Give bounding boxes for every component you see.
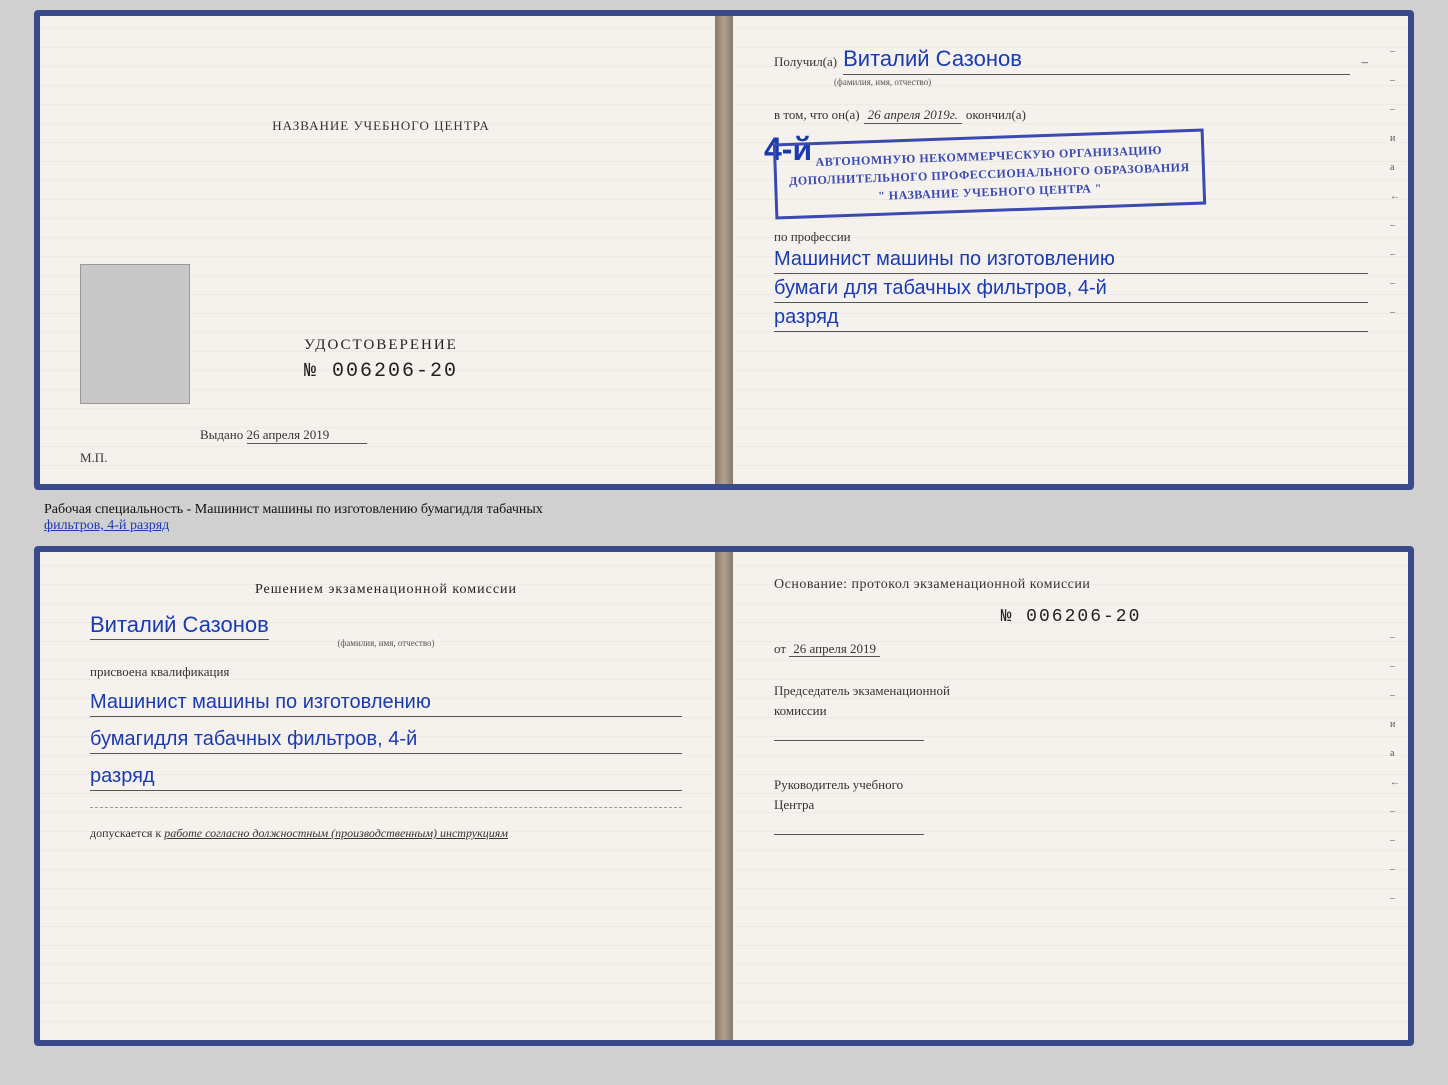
mark-arrow: ← [1390, 191, 1400, 202]
commission-person-block: Виталий Сазонов (фамилия, имя, отчество) [90, 612, 682, 648]
stamp-rectangle: АВТОНОМНУЮ НЕКОММЕРЧЕСКУЮ ОРГАНИЗАЦИЮ ДО… [773, 129, 1206, 220]
mark-dash2: – [1390, 75, 1400, 86]
top-certificate: НАЗВАНИЕ УЧЕБНОГО ЦЕНТРА УДОСТОВЕРЕНИЕ №… [34, 10, 1414, 490]
mark-letter-i: и [1390, 133, 1400, 144]
date-line: в том, что он(а) 26 апреля 2019г. окончи… [774, 107, 1368, 124]
issued-date-block: Выдано 26 апреля 2019 [200, 427, 367, 444]
right-side-marks: – – – и а ← – – – – [1390, 46, 1400, 318]
bottom-right-page: Основание: протокол экзаменационной коми… [724, 552, 1408, 1040]
mark-letter-a: а [1390, 162, 1400, 173]
bmark-dash7: – [1390, 893, 1400, 904]
mark-dash3: – [1390, 104, 1400, 115]
допускается-block: допускается к работе согласно должностны… [90, 826, 508, 841]
допускается-value: работе согласно должностным (производств… [164, 826, 508, 840]
middle-label: Рабочая специальность - Машинист машины … [34, 498, 1414, 538]
recipient-name: Виталий Сазонов [843, 46, 1349, 75]
date-prefix: в том, что он(а) [774, 107, 860, 123]
bmark-letter-a: а [1390, 748, 1400, 759]
photo-placeholder [80, 264, 190, 404]
допускается-label: допускается к [90, 826, 161, 840]
issued-prefix: Выдано [200, 427, 243, 442]
recipient-block: Получил(а) Виталий Сазонов – (фамилия, и… [774, 46, 1368, 75]
cert-number: № 006206-20 [304, 360, 458, 383]
middle-label-prefix: Рабочая специальность - Машинист машины … [44, 502, 543, 517]
top-right-page: Получил(а) Виталий Сазонов – (фамилия, и… [724, 16, 1408, 484]
school-name-label: НАЗВАНИЕ УЧЕБНОГО ЦЕНТРА [272, 118, 489, 134]
right-side-marks-bottom: – – – и а ← – – – – [1390, 632, 1400, 904]
cert-title-block: УДОСТОВЕРЕНИЕ № 006206-20 [304, 337, 458, 383]
bmark-dash4: – [1390, 806, 1400, 817]
middle-label-underline: фильтров, 4-й разряд [44, 518, 169, 533]
profession-label: по профессии [774, 229, 1368, 245]
date-value: 26 апреля 2019г. [864, 107, 962, 124]
dash-after-name: – [1362, 54, 1369, 70]
cert-title: УДОСТОВЕРЕНИЕ [304, 337, 458, 354]
top-left-page: НАЗВАНИЕ УЧЕБНОГО ЦЕНТРА УДОСТОВЕРЕНИЕ №… [40, 16, 724, 484]
bmark-dash5: – [1390, 835, 1400, 846]
bottom-left-page: Решением экзаменационной комиссии Витали… [40, 552, 724, 1040]
recipient-subtitle: (фамилия, имя, отчество) [834, 77, 931, 87]
bmark-dash1: – [1390, 632, 1400, 643]
bmark-arrow: ← [1390, 777, 1400, 788]
mark-dash1: – [1390, 46, 1400, 57]
profession-line2: бумаги для табачных фильтров, 4-й [774, 274, 1368, 303]
qualification-label: присвоена квалификация [90, 664, 229, 680]
date-suffix: окончил(а) [966, 107, 1026, 123]
bottom-certificate: Решением экзаменационной комиссии Витали… [34, 546, 1414, 1046]
mark-dash6: – [1390, 278, 1400, 289]
issued-date: 26 апреля 2019 [247, 427, 367, 444]
profession-line1: Машинист машины по изготовлению [774, 245, 1368, 274]
divider [90, 807, 682, 808]
mark-dash7: – [1390, 307, 1400, 318]
profession-line3: разряд [774, 303, 1368, 332]
bmark-dash6: – [1390, 864, 1400, 875]
bmark-letter-i: и [1390, 719, 1400, 730]
mp-label: М.П. [80, 450, 107, 466]
stamp-block: 4-й АВТОНОМНУЮ НЕКОММЕРЧЕСКУЮ ОРГАНИЗАЦИ… [774, 136, 1368, 212]
mark-dash4: – [1390, 220, 1400, 231]
bmark-dash3: – [1390, 690, 1400, 701]
recipient-prefix: Получил(а) [774, 54, 837, 70]
profession-block: по профессии Машинист машины по изготовл… [774, 229, 1368, 332]
mark-dash5: – [1390, 249, 1400, 260]
commission-person-name: Виталий Сазонов [90, 612, 269, 640]
bmark-dash2: – [1390, 661, 1400, 672]
